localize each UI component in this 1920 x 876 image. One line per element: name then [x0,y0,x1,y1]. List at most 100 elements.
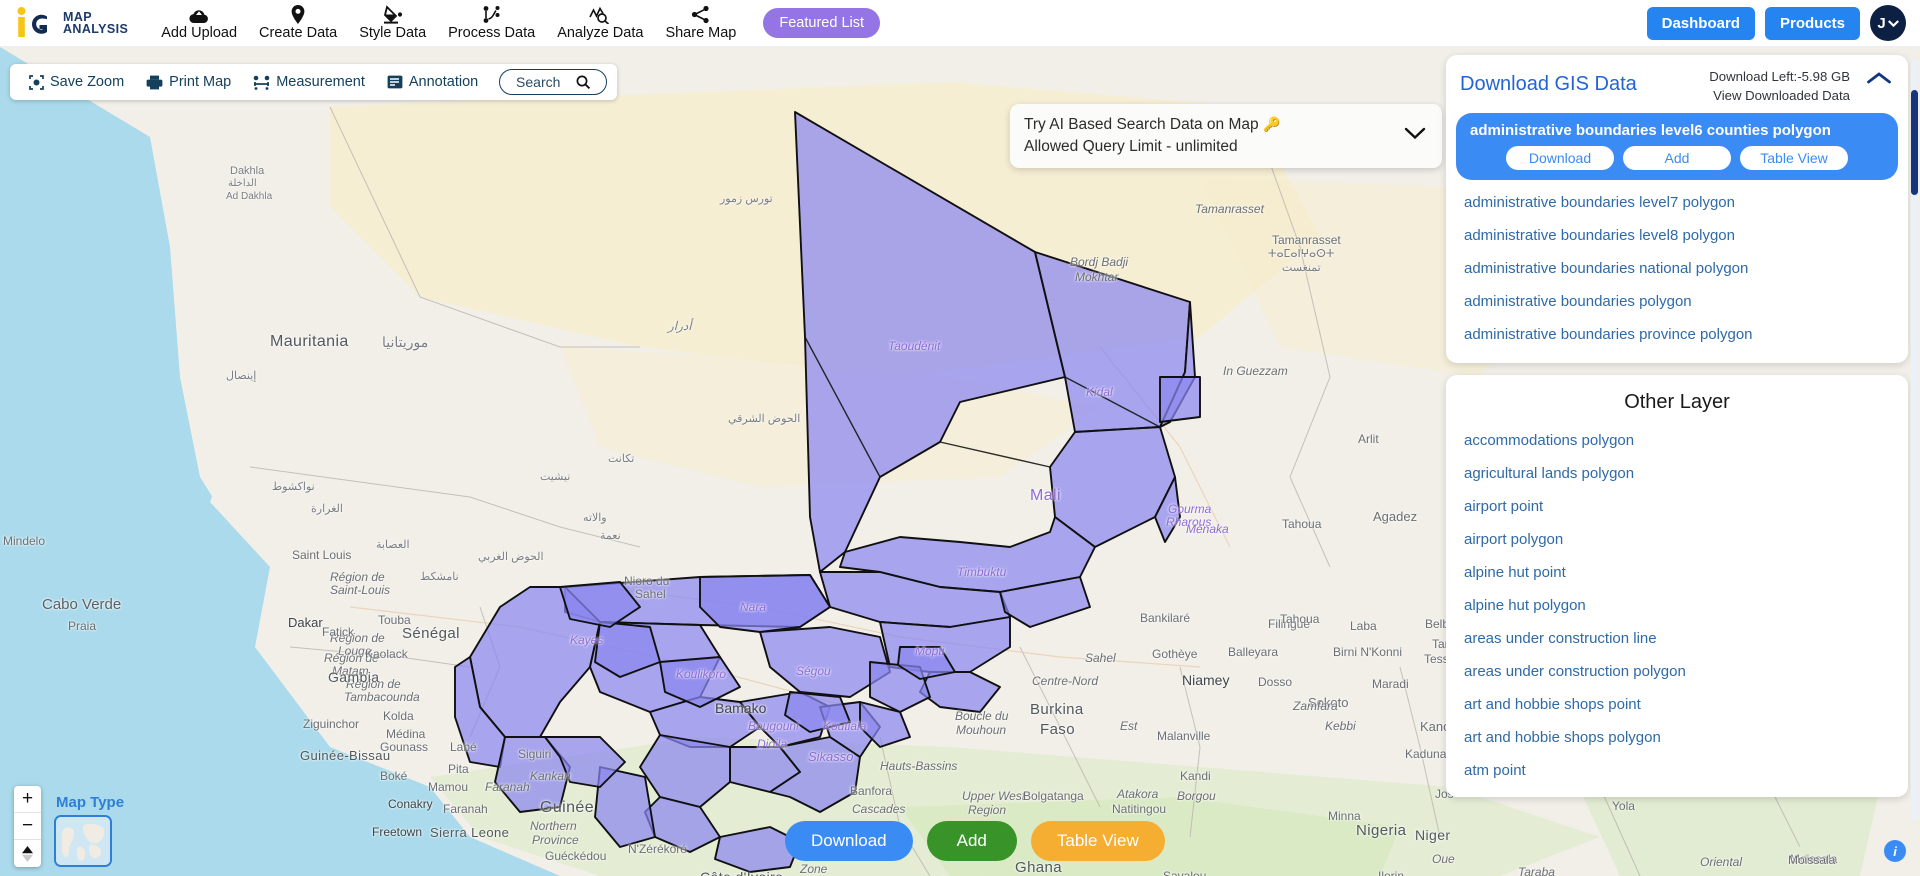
layer-list-item[interactable]: administrative boundaries national polyg… [1456,252,1898,285]
nav-item-style-data[interactable]: Style Data [348,0,437,46]
download-button[interactable]: Download [785,821,913,861]
avatar-initial: J [1877,14,1886,32]
gis-layer-list: administrative boundaries level6 countie… [1446,113,1908,363]
selected-layer-actions: Download Add Table View [1468,146,1886,171]
compass-icon [22,845,33,862]
nav-item-analyze-data-label: Analyze Data [557,25,644,41]
nav-item-analyze-data[interactable]: Analyze Data [546,0,654,46]
print-map-label: Print Map [169,74,232,90]
nav-item-process-data[interactable]: Process Data [437,0,546,46]
gis-panel-header: Download GIS Data Download Left:-5.98 GB… [1446,55,1908,113]
featured-list-button[interactable]: Featured List [763,8,881,38]
ai-search-line-1: Try AI Based Search Data on Map [1024,116,1259,133]
map-pin-icon [291,5,305,24]
nav-item-process-data-label: Process Data [448,25,536,41]
analyze-chart-icon [589,5,611,24]
measurement-label: Measurement [276,74,365,90]
app-logo-text: MAP ANALYSIS [63,10,129,36]
measurement-icon [253,75,270,90]
gis-panel-meta: Download Left:-5.98 GB View Downloaded D… [1709,67,1850,105]
share-icon [691,5,710,24]
avatar[interactable]: J [1870,5,1906,41]
gis-panel-collapse-button[interactable] [1860,67,1894,90]
chevron-down-icon [1404,127,1426,140]
print-map-button[interactable]: Print Map [137,70,240,94]
right-panel-scrollbar-thumb[interactable] [1911,90,1918,195]
nav-item-create-data[interactable]: Create Data [248,0,348,46]
view-downloaded-data-link[interactable]: View Downloaded Data [1709,86,1850,105]
app-logo[interactable]: MAP ANALYSIS [14,6,128,40]
bottom-action-bar: Download Add Table View [785,821,1165,861]
ig-logo-icon [14,6,56,40]
map-type-label: Map Type [56,794,125,811]
zoom-in-button[interactable]: + [14,786,41,813]
save-zoom-icon [29,74,44,90]
ai-search-line-2: Allowed Query Limit - unlimited [1024,138,1238,155]
map-type-thumbnail[interactable] [54,815,112,867]
layer-add-button[interactable]: Add [1623,146,1731,171]
layer-table-view-button[interactable]: Table View [1740,146,1848,171]
top-nav-right-group: Dashboard Products J [1646,5,1906,41]
table-view-button[interactable]: Table View [1030,821,1165,861]
map-analysis-app: MAP ANALYSIS Add Upload Create Data Styl… [0,0,1920,876]
compass-button[interactable] [14,840,41,867]
layer-list-item[interactable]: administrative boundaries polygon [1456,285,1898,318]
selected-layer-name: administrative boundaries level6 countie… [1470,122,1831,140]
list-item[interactable]: areas under construction line [1456,622,1898,655]
layer-download-button[interactable]: Download [1506,146,1614,171]
dashboard-button[interactable]: Dashboard [1646,6,1755,40]
logo-line-2: ANALYSIS [63,22,129,36]
save-zoom-button[interactable]: Save Zoom [20,70,133,94]
map-toolbar: Save Zoom Print Map Measurement Annotati… [10,64,618,100]
nav-item-share-map[interactable]: Share Map [654,0,747,46]
list-item[interactable]: airport point [1456,490,1898,523]
layer-list-item[interactable]: administrative boundaries level7 polygon [1456,186,1898,219]
list-item[interactable]: alpine hut polygon [1456,589,1898,622]
download-gis-data-panel: Download GIS Data Download Left:-5.98 GB… [1446,55,1908,364]
download-left-text: Download Left:-5.98 GB [1709,69,1850,84]
search-input[interactable]: Search [499,69,608,95]
paint-bucket-icon [383,5,403,24]
save-zoom-label: Save Zoom [50,74,125,90]
nav-item-share-map-label: Share Map [665,25,737,41]
key-icon: 🔑 [1262,116,1281,132]
zoom-out-button[interactable]: − [14,813,41,840]
list-item[interactable]: airport polygon [1456,523,1898,556]
list-item[interactable]: atm point [1456,754,1898,787]
add-button[interactable]: Add [926,821,1017,861]
products-button[interactable]: Products [1764,6,1860,40]
list-item[interactable]: art and hobbie shops point [1456,688,1898,721]
other-layer-title: Other Layer [1624,391,1730,414]
nav-item-add-upload[interactable]: Add Upload [150,0,248,46]
layer-list-item[interactable]: administrative boundaries level8 polygon [1456,219,1898,252]
list-item[interactable]: areas under construction polygon [1456,655,1898,688]
chevron-down-icon [1887,19,1899,27]
map-type-control[interactable]: Map Type [54,794,124,867]
ai-search-text: Try AI Based Search Data on Map 🔑 Allowe… [1024,114,1402,158]
right-panel-group: Download GIS Data Download Left:-5.98 GB… [1446,55,1908,798]
list-item[interactable]: accommodations polygon [1456,424,1898,457]
map-zoom-controls: + − [14,786,41,867]
search-icon [576,75,591,89]
measurement-button[interactable]: Measurement [244,70,374,94]
annotation-button[interactable]: Annotation [378,70,487,94]
chevron-up-icon [1867,72,1891,84]
nav-item-add-upload-label: Add Upload [161,25,238,41]
gis-panel-title: Download GIS Data [1460,73,1637,95]
selected-layer-card[interactable]: administrative boundaries level6 countie… [1456,113,1898,181]
info-button[interactable]: i [1884,840,1906,862]
annotation-icon [387,75,403,89]
list-item[interactable]: art and hobbie shops polygon [1456,721,1898,754]
annotation-label: Annotation [408,74,479,90]
nav-item-style-data-label: Style Data [359,25,427,41]
nav-item-create-data-label: Create Data [259,25,338,41]
list-item[interactable]: agricultural lands polygon [1456,457,1898,490]
ai-search-box[interactable]: Try AI Based Search Data on Map 🔑 Allowe… [1010,104,1442,168]
process-flow-icon [483,5,501,24]
search-placeholder: Search [516,74,561,90]
ai-search-expand-button[interactable] [1402,127,1428,145]
list-item[interactable]: alpine hut point [1456,556,1898,589]
printer-icon [146,75,163,89]
other-layer-list: accommodations polygon agricultural land… [1446,424,1908,797]
layer-list-item[interactable]: administrative boundaries province polyg… [1456,318,1898,351]
